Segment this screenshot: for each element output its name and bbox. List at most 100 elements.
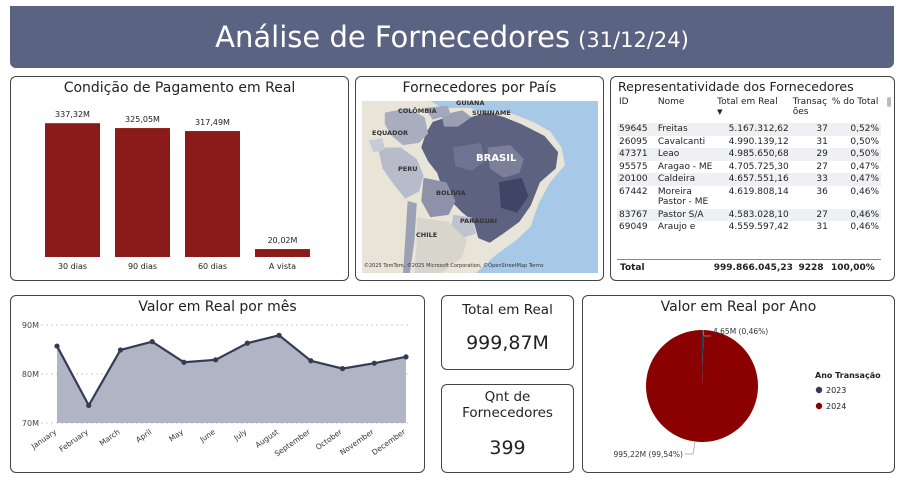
legend-label-2024[interactable]: 2024: [826, 402, 846, 411]
data-point-0[interactable]: [54, 343, 60, 349]
cell-id: 59645: [617, 123, 656, 136]
col-transacoes[interactable]: Transaç ões: [791, 97, 830, 123]
map-label-suriname: SURINAME: [472, 109, 511, 117]
col-nome[interactable]: Nome: [656, 97, 715, 123]
monthly-card[interactable]: Valor em Real por mês 70M 80M 90M January Fe…: [10, 295, 425, 473]
kpi-total-value: 999,87M: [466, 332, 549, 354]
cell-nome: Leao: [655, 148, 716, 161]
cell-pct: 0,46%: [850, 222, 879, 232]
cell-total: 4.985.650,68: [715, 148, 791, 161]
col-pct[interactable]: % do Total: [830, 97, 881, 123]
bar-category-label: 60 dias: [198, 262, 227, 271]
cell-trans: 37: [790, 123, 830, 136]
map-label-colombia: COLÔMBIA: [398, 107, 437, 115]
cell-id: 67442: [619, 186, 648, 197]
page-title-bar: Análise de Fornecedores (31/12/24): [10, 6, 894, 68]
map-label-equador: EQUADOR: [372, 129, 409, 137]
cell-total: 4.619.808,14: [728, 186, 789, 197]
table-row[interactable]: 83767 Pastor S/A 4.583.028,10 27 0,46%: [617, 208, 881, 221]
monthly-area-chart[interactable]: 70M 80M 90M January February March April May Jun…: [11, 296, 424, 472]
yearly-card[interactable]: Valor em Real por Ano 4,65M (0,46%) 995,2…: [582, 295, 895, 473]
data-point-11[interactable]: [403, 354, 409, 360]
table-row[interactable]: 47371 Leao 4.985.650,68 29 0,50%: [617, 148, 881, 161]
legend-label-2023[interactable]: 2023: [826, 386, 846, 395]
table-scrollbar[interactable]: [887, 97, 891, 265]
data-point-2[interactable]: [117, 347, 124, 353]
data-point-1[interactable]: [86, 402, 92, 408]
data-point-8[interactable]: [308, 358, 314, 364]
map-label-chile: CHILE: [416, 231, 438, 239]
x-tick-label: April: [134, 427, 153, 444]
pie-label-2023: 4,65M (0,46%): [713, 327, 768, 336]
data-point-6[interactable]: [244, 340, 250, 346]
y-tick-label: 70M: [22, 419, 39, 428]
x-tick-label: January: [29, 427, 59, 452]
kpi-total-label: Total em Real: [462, 302, 553, 318]
map-card[interactable]: Fornecedores por País GUIANA COLÔMBIA SU…: [355, 76, 604, 281]
x-tick-label: March: [98, 427, 122, 448]
table-row[interactable]: 95575 Aragao - ME 4.705.725,30 27 0,47%: [617, 161, 881, 174]
cell-nome: Pastor S/A: [655, 208, 716, 221]
map-label-guiana: GUIANA: [456, 99, 485, 107]
payment-bar-chart[interactable]: 337,32M 30 dias 325,05M 90 dias 317,49M 60 di…: [11, 77, 348, 280]
data-point-4[interactable]: [181, 359, 187, 365]
bar-value-label: 337,32M: [55, 110, 90, 119]
payment-condition-card[interactable]: Condição de Pagamento em Real 337,32M 30 …: [10, 76, 349, 281]
cell-pct: 0,46%: [829, 208, 881, 221]
cell-pct: 0,50%: [829, 148, 881, 161]
table-row[interactable]: 59645 Freitas 5.167.312,62 37 0,52%: [617, 123, 881, 136]
data-point-9[interactable]: [339, 366, 346, 372]
sort-desc-icon: ▼: [717, 108, 723, 116]
table-row[interactable]: 20100 Caldeira 4.657.551,16 33 0,47%: [617, 173, 881, 186]
cell-id: 20100: [617, 173, 656, 186]
cell-trans: 27: [816, 161, 828, 172]
x-tick-label: September: [273, 427, 313, 459]
suppliers-title: Representatividade dos Fornecedores: [618, 79, 854, 94]
cell-pct: 0,52%: [829, 123, 881, 136]
map-label-bolivia: BOLÍVIA: [436, 189, 466, 197]
cell-id: 95575: [619, 161, 648, 172]
data-point-10[interactable]: [371, 360, 377, 366]
cell-pct: 0,47%: [850, 161, 879, 172]
yearly-pie-chart[interactable]: 4,65M (0,46%) 995,22M (99,54%) Ano Transaç…: [583, 296, 894, 472]
kpi-count-value: 399: [489, 437, 526, 459]
cell-nome: Caldeira: [655, 173, 716, 186]
table-row[interactable]: 69049 Araujo e 4.559.597,42 31 0,46%: [617, 221, 881, 234]
cell-trans: 31: [816, 222, 828, 232]
table-row[interactable]: 26095 Cavalcanti 4.990.139,12 31 0,50%: [617, 136, 881, 149]
suppliers-card[interactable]: Representatividade dos Fornecedores ID N…: [610, 76, 895, 281]
table-total-row: Total 999.866.045,23 9228 100,00%: [617, 259, 881, 276]
cell-total: 4.990.139,12: [728, 136, 789, 147]
bar-1[interactable]: [115, 128, 170, 257]
legend-swatch-2023[interactable]: [815, 386, 823, 394]
legend-swatch-2024[interactable]: [815, 402, 823, 410]
bar-value-label: 325,05M: [125, 115, 160, 124]
bar-value-label: 20,02M: [268, 236, 298, 245]
y-tick-label: 80M: [22, 370, 39, 379]
pie-slice-2024[interactable]: [645, 330, 758, 442]
table-row[interactable]: 67442 Moreira Pastor - ME 4.619.808,14 36 0,…: [617, 186, 881, 209]
callout-line-2024: [685, 441, 696, 455]
col-total[interactable]: Total em Real ▼: [715, 97, 791, 123]
cell-nome: Cavalcanti: [657, 136, 706, 147]
bar-category-label: 90 dias: [128, 262, 157, 271]
bar-2[interactable]: [185, 131, 240, 257]
data-point-3[interactable]: [149, 339, 155, 345]
cell-pct: 0,47%: [829, 173, 881, 186]
col-id[interactable]: ID: [617, 97, 656, 123]
cell-pct: 0,46%: [850, 186, 879, 197]
bar-0[interactable]: [45, 123, 100, 257]
cell-trans: 27: [790, 208, 830, 221]
data-point-5[interactable]: [213, 357, 219, 363]
cell-id: 83767: [617, 208, 656, 221]
cell-id: 69049: [619, 222, 648, 232]
data-point-7[interactable]: [276, 332, 282, 338]
bar-3[interactable]: [255, 249, 310, 257]
x-tick-label: December: [370, 427, 408, 457]
kpi-count-label-2: Fornecedores: [462, 405, 553, 421]
x-tick-label: July: [231, 427, 248, 443]
legend-title: Ano Transação: [815, 371, 881, 380]
pie-label-2024: 995,22M (99,54%): [613, 450, 683, 459]
map-labels: GUIANA COLÔMBIA SURINAME EQUADOR PERU BR…: [356, 77, 603, 280]
cell-id: 26095: [619, 136, 648, 147]
